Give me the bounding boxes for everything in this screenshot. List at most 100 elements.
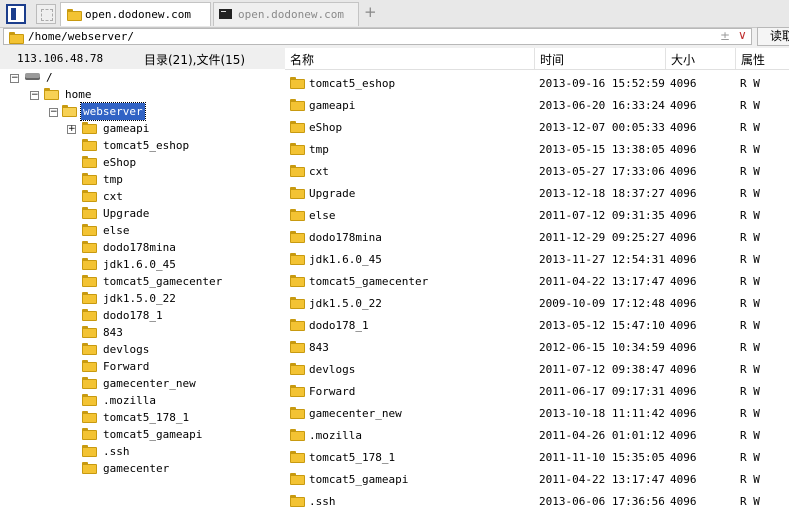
cell-size: 4096 <box>670 121 697 134</box>
cell-size: 4096 <box>670 429 697 442</box>
col-header-attr[interactable]: 属性 <box>741 51 765 68</box>
table-row[interactable]: Forward 2011-06-17 09:17:31 4096 R W <box>285 381 789 403</box>
cell-time: 2013-11-27 12:54:31 <box>539 253 665 266</box>
table-row[interactable]: Upgrade 2013-12-18 18:37:27 4096 R W <box>285 183 789 205</box>
folder-open-icon <box>62 105 77 117</box>
col-header-size[interactable]: 大小 <box>671 51 695 68</box>
table-row[interactable]: tomcat5_gamecenter 2011-04-22 13:17:47 409… <box>285 271 789 293</box>
tree-node-label: tomcat5_178_1 <box>103 411 190 424</box>
cell-name: tomcat5_gamecenter <box>309 275 429 288</box>
folder-icon <box>82 241 97 253</box>
expand-icon[interactable]: + <box>67 125 76 134</box>
path-input[interactable]: /home/webserver/ ± ∨ <box>3 28 752 45</box>
folder-icon <box>9 32 24 44</box>
cell-time: 2013-05-27 17:33:06 <box>539 165 665 178</box>
cell-time: 2013-09-16 15:52:59 <box>539 77 665 90</box>
tree-node-label: home <box>65 88 92 101</box>
folder-icon <box>82 462 97 474</box>
tree-node-label: tmp <box>103 173 123 186</box>
blank-tab-icon[interactable] <box>36 4 56 24</box>
cell-time: 2013-05-15 13:38:05 <box>539 143 665 156</box>
folder-icon <box>82 394 97 406</box>
tree-node-label: Upgrade <box>103 207 150 220</box>
table-row[interactable]: gamecenter_new 2013-10-18 11:11:42 4096 R W <box>285 403 789 425</box>
cell-name: gameapi <box>309 99 356 112</box>
tree-node-label: devlogs <box>103 343 150 356</box>
cell-time: 2013-10-18 11:11:42 <box>539 407 665 420</box>
cell-attr: R W <box>740 187 760 200</box>
folder-icon <box>290 319 305 331</box>
cell-attr: R W <box>740 253 760 266</box>
table-row[interactable]: tmp 2013-05-15 13:38:05 4096 R W <box>285 139 789 161</box>
table-row[interactable]: tomcat5_eshop 2013-09-16 15:52:59 4096 R W <box>285 73 789 95</box>
folder-icon <box>82 343 97 355</box>
tab-file-manager[interactable]: open.dodonew.com <box>60 2 211 26</box>
table-row[interactable]: eShop 2013-12-07 00:05:33 4096 R W <box>285 117 789 139</box>
folder-icon <box>290 121 305 133</box>
folder-icon <box>290 495 305 507</box>
folder-icon <box>290 209 305 221</box>
col-header-name[interactable]: 名称 <box>290 51 314 68</box>
folder-icon <box>290 275 305 287</box>
table-row[interactable]: gameapi 2013-06-20 16:33:24 4096 R W <box>285 95 789 117</box>
read-button[interactable]: 读取 <box>757 27 789 46</box>
cell-name: .mozilla <box>309 429 362 442</box>
cell-attr: R W <box>740 99 760 112</box>
tree-node-label: gamecenter <box>103 462 170 475</box>
cell-size: 4096 <box>670 297 697 310</box>
cell-time: 2013-06-06 17:36:56 <box>539 495 665 508</box>
table-row[interactable]: cxt 2013-05-27 17:33:06 4096 R W <box>285 161 789 183</box>
plus-minus-icon[interactable]: ± <box>720 29 730 43</box>
table-row[interactable]: dodo178mina 2011-12-29 09:25:27 4096 R W <box>285 227 789 249</box>
table-row[interactable]: jdk1.5.0_22 2009-10-09 17:12:48 4096 R W <box>285 293 789 315</box>
cell-attr: R W <box>740 429 760 442</box>
cell-name: devlogs <box>309 363 356 376</box>
tab-bar: open.dodonew.com open.dodonew.com + <box>0 0 789 28</box>
cell-size: 4096 <box>670 451 697 464</box>
cell-size: 4096 <box>670 385 697 398</box>
collapse-icon[interactable]: − <box>30 91 39 100</box>
tab-label: open.dodonew.com <box>238 8 344 21</box>
tab-terminal[interactable]: open.dodonew.com <box>213 2 359 26</box>
cell-time: 2011-07-12 09:31:35 <box>539 209 665 222</box>
tree-node-label: dodo178_1 <box>103 309 163 322</box>
cell-attr: R W <box>740 451 760 464</box>
tree-node-label: webserver <box>80 102 146 121</box>
table-row[interactable]: tomcat5_gameapi 2011-04-22 13:17:47 4096 R … <box>285 469 789 491</box>
cell-time: 2009-10-09 17:12:48 <box>539 297 665 310</box>
table-row[interactable]: jdk1.6.0_45 2013-11-27 12:54:31 4096 R W <box>285 249 789 271</box>
cell-name: Upgrade <box>309 187 356 200</box>
cell-attr: R W <box>740 385 760 398</box>
folder-icon <box>82 445 97 457</box>
tree-node-label: eShop <box>103 156 137 169</box>
table-row[interactable]: .mozilla 2011-04-26 01:01:12 4096 R W <box>285 425 789 447</box>
cell-name: Forward <box>309 385 356 398</box>
tree-node-label: / <box>46 71 53 84</box>
cell-size: 4096 <box>670 341 697 354</box>
table-row[interactable]: devlogs 2011-07-12 09:38:47 4096 R W <box>285 359 789 381</box>
folder-icon <box>290 297 305 309</box>
panel-toggle-icon[interactable] <box>6 4 26 24</box>
table-row[interactable]: dodo178_1 2013-05-12 15:47:10 4096 R W <box>285 315 789 337</box>
table-row[interactable]: .ssh 2013-06-06 17:36:56 4096 R W <box>285 491 789 513</box>
folder-icon <box>82 292 97 304</box>
cell-attr: R W <box>740 231 760 244</box>
cell-name: 843 <box>309 341 329 354</box>
collapse-icon[interactable]: − <box>49 108 58 117</box>
table-row[interactable]: else 2011-07-12 09:31:35 4096 R W <box>285 205 789 227</box>
folder-icon <box>290 451 305 463</box>
cell-attr: R W <box>740 407 760 420</box>
folder-icon <box>67 9 82 21</box>
table-row[interactable]: tomcat5_178_1 2011-11-10 15:35:05 4096 R W <box>285 447 789 469</box>
table-row[interactable]: 843 2012-06-15 10:34:59 4096 R W <box>285 337 789 359</box>
new-tab-plus-icon[interactable]: + <box>364 3 377 21</box>
collapse-icon[interactable]: − <box>10 74 19 83</box>
terminal-icon <box>219 9 232 19</box>
cell-time: 2013-06-20 16:33:24 <box>539 99 665 112</box>
chevron-down-icon[interactable]: ∨ <box>738 28 747 42</box>
col-header-time[interactable]: 时间 <box>540 51 564 68</box>
cell-time: 2013-05-12 15:47:10 <box>539 319 665 332</box>
cell-size: 4096 <box>670 99 697 112</box>
cell-time: 2013-12-07 00:05:33 <box>539 121 665 134</box>
cell-attr: R W <box>740 363 760 376</box>
